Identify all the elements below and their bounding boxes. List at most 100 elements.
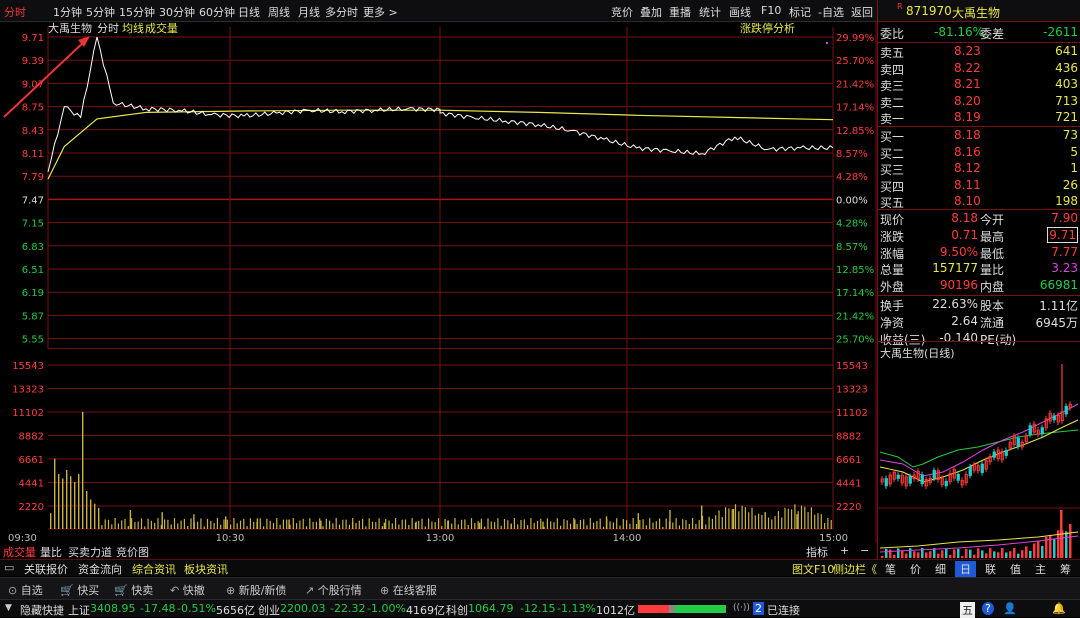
top-action-6[interactable]: 标记 <box>789 4 811 20</box>
intraday-chart[interactable]: 9.71 29.99%9.39 25.70%9.07 21.42%8.75 17.14%… <box>0 22 877 543</box>
volume-bar <box>533 522 535 529</box>
toolbar-button-0[interactable]: ⊙ 自选 <box>8 582 43 598</box>
volume-bar <box>767 517 770 529</box>
period-tab-8[interactable]: 月线 <box>298 4 320 20</box>
toolbar-button-2[interactable]: 🛒 快卖 <box>114 582 153 598</box>
volume-bar <box>797 511 799 529</box>
toolbar-button-6[interactable]: ⊕ 在线客服 <box>380 582 437 598</box>
top-action-1[interactable]: 叠加 <box>640 4 662 20</box>
side-tab-3[interactable]: 日 <box>955 561 976 577</box>
indicator-control-2[interactable]: − <box>860 544 869 557</box>
period-tab-5[interactable]: 60分钟 <box>199 4 235 20</box>
quote-row: 现价 8.18 今开 7.90 <box>878 210 1080 227</box>
series-label-avg[interactable]: 均线 <box>122 22 144 35</box>
mini-volume-bar <box>1005 552 1008 558</box>
quote-row: 外盘 90196 内盘 66981 <box>878 277 1080 294</box>
help-icon[interactable]: ? <box>982 602 994 615</box>
series-label-fenshi[interactable]: 分时 <box>97 22 119 35</box>
volume-bar <box>461 519 463 529</box>
top-action-5[interactable]: F10 <box>761 4 781 17</box>
volume-bar <box>536 521 539 529</box>
volume-bar <box>107 519 110 529</box>
volume-bar <box>573 518 575 529</box>
top-action-4[interactable]: 画线 <box>729 4 751 20</box>
period-tab-7[interactable]: 周线 <box>268 4 290 20</box>
side-tab-2[interactable]: 细 <box>935 561 946 577</box>
volume-tick-label: 15543 <box>12 361 44 372</box>
f10-link[interactable]: 图文F10 <box>792 561 834 577</box>
period-tab-3[interactable]: 15分钟 <box>119 4 155 20</box>
volume-tick-label-right: 2220 <box>836 502 861 513</box>
mini-volume-bar <box>1041 545 1044 558</box>
side-tab-6[interactable]: 主 <box>1035 561 1046 577</box>
volume-bar <box>487 518 489 529</box>
stock-code: 871970 <box>906 4 952 18</box>
period-tab-9[interactable]: 多分时 <box>325 4 358 20</box>
indicator-tab-2[interactable]: 买卖力道 <box>68 544 112 560</box>
top-action-0[interactable]: 竞价 <box>611 4 633 20</box>
info-tab-3[interactable]: 板块资讯 <box>184 561 228 577</box>
period-tab-6[interactable]: 日线 <box>238 4 260 20</box>
ime-button[interactable]: 五 <box>960 602 975 618</box>
indicator-tab-0[interactable]: 成交量 <box>3 544 36 560</box>
side-tab-7[interactable]: 筹 <box>1060 561 1071 577</box>
ask-price[interactable]: 8.19 <box>954 110 981 124</box>
info-tab-1[interactable]: 资金流向 <box>78 561 122 577</box>
indicator-control-1[interactable]: + <box>840 544 849 557</box>
toolbar-button-1[interactable]: 🛒 快买 <box>60 582 99 598</box>
period-tab-1[interactable]: 1分钟 <box>53 4 82 20</box>
side-tab-0[interactable]: 笔 <box>885 561 896 577</box>
volume-bar <box>164 519 166 529</box>
bell-icon[interactable]: 🔔 <box>1052 602 1066 615</box>
sh-pct: -0.51% <box>177 602 216 615</box>
toolbar-button-4[interactable]: ⊕ 新股/新债 <box>226 582 286 598</box>
top-action-2[interactable]: 重播 <box>669 4 691 20</box>
volume-bar <box>804 506 806 529</box>
stat-value: 157177 <box>932 261 978 276</box>
period-tab-0[interactable]: 分时 <box>4 4 26 20</box>
period-tab-2[interactable]: 5分钟 <box>86 4 115 20</box>
period-tab-10[interactable]: 更多 > <box>363 4 398 20</box>
info-tab-2[interactable]: 综合资讯 <box>132 561 176 577</box>
side-tab-5[interactable]: 值 <box>1010 561 1021 577</box>
ask-price[interactable]: 8.21 <box>954 77 981 91</box>
side-tab-1[interactable]: 价 <box>910 561 921 577</box>
volume-bar <box>734 504 737 529</box>
volume-bar <box>332 523 334 529</box>
bid-price[interactable]: 8.12 <box>954 161 981 175</box>
quote-row: 委比 -81.16% 委差 -2611 <box>878 24 1080 41</box>
indicator-control-0[interactable]: 指标 <box>806 544 828 560</box>
volume-bar <box>309 518 311 529</box>
top-action-7[interactable]: -自选 <box>818 4 844 20</box>
top-action-8[interactable]: 返回 <box>851 4 873 20</box>
bid-price[interactable]: 8.11 <box>954 178 981 192</box>
daily-kline-panel[interactable]: 大禹生物(日线) <box>877 341 1080 559</box>
indicator-tab-1[interactable]: 量比 <box>40 544 62 560</box>
bid-price[interactable]: 8.16 <box>954 145 981 159</box>
hide-shortcuts[interactable]: 隐藏快捷 <box>20 602 64 618</box>
period-tab-4[interactable]: 30分钟 <box>159 4 195 20</box>
volume-bar <box>645 525 647 529</box>
stat-label: 最高 <box>980 229 1005 244</box>
ask-label: 卖二 <box>880 95 905 110</box>
volume-bar <box>662 526 664 529</box>
sidebar-toggle[interactable]: 侧边栏《 <box>833 561 877 577</box>
time-tick-label: 10:30 <box>216 533 245 543</box>
top-action-3[interactable]: 统计 <box>699 4 721 20</box>
series-label-volume[interactable]: 成交量 <box>145 22 178 35</box>
ask-price[interactable]: 8.23 <box>954 44 981 58</box>
limit-analysis-button[interactable]: 涨跌停分析 <box>740 22 795 35</box>
toolbar-button-5[interactable]: ↗ 个股行情 <box>305 582 362 598</box>
kc-value: 1064.79 <box>468 602 514 615</box>
bid-price[interactable]: 8.18 <box>954 128 981 142</box>
side-tab-4[interactable]: 联 <box>985 561 996 577</box>
collapse-icon[interactable]: ▼ <box>5 603 12 613</box>
ask-price[interactable]: 8.20 <box>954 94 981 108</box>
indicator-tab-3[interactable]: 竞价图 <box>116 544 149 560</box>
info-tab-0[interactable]: 关联报价 <box>24 561 68 577</box>
menu-icon[interactable]: ▭ <box>4 561 14 574</box>
ask-price[interactable]: 8.22 <box>954 61 981 75</box>
bid-price[interactable]: 8.10 <box>954 194 981 208</box>
toolbar-button-3[interactable]: ↶ 快撤 <box>170 582 205 598</box>
user-icon[interactable]: 👤 <box>1003 602 1017 615</box>
